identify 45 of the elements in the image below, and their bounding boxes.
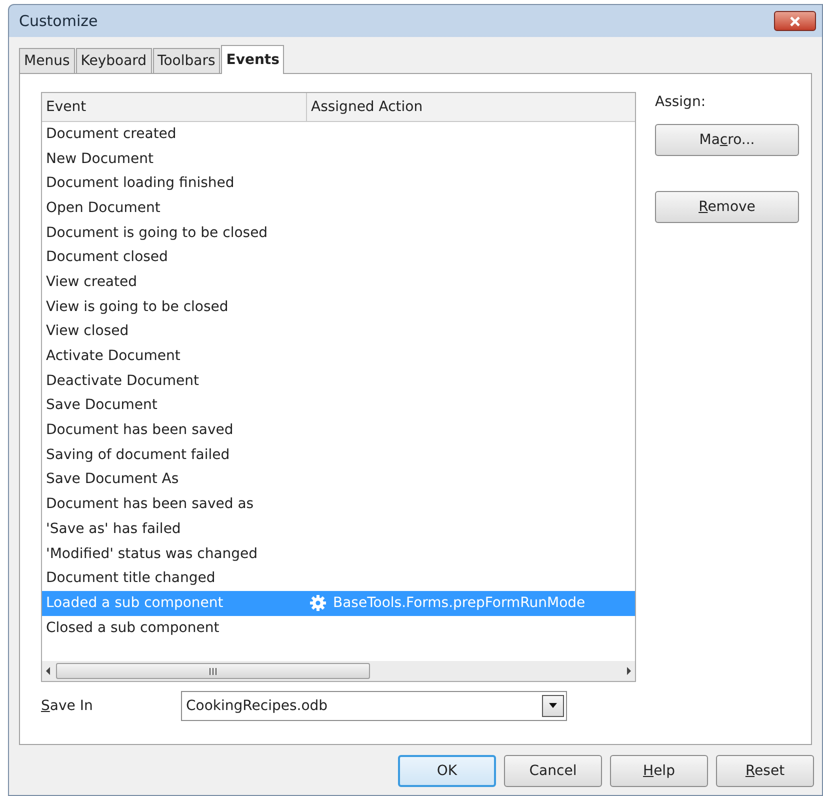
grip-icon [209,668,217,674]
event-row[interactable]: Document has been saved as [42,492,635,517]
event-row[interactable]: Document has been saved [42,418,635,443]
event-row[interactable]: Document title changed [42,566,635,592]
event-row[interactable]: Save Document As [42,468,635,492]
event-row[interactable]: 'Modified' status was changed [42,542,635,566]
save-in-dropdown[interactable]: CookingRecipes.odb [181,691,567,721]
scrollbar-thumb[interactable] [56,663,370,679]
dialog-button[interactable]: Help [610,755,708,787]
event-row[interactable]: Document created [42,122,635,147]
assign-button[interactable]: Macro... [655,124,799,156]
tab[interactable]: Keyboard [76,48,152,73]
dialog-button[interactable]: OK [398,755,496,787]
event-row[interactable]: Open Document [42,196,635,221]
close-icon [789,16,801,26]
tab[interactable]: Events [221,45,284,74]
event-row[interactable]: Document is going to be closed [42,220,635,246]
assign-label: Assign: [655,93,707,112]
scroll-right-icon[interactable] [625,666,633,676]
column-header[interactable]: Event [42,93,307,121]
scroll-left-icon[interactable] [44,666,52,676]
tab[interactable]: Menus [19,48,75,73]
event-row[interactable]: Activate Document [42,344,635,369]
event-row[interactable]: Document closed [42,245,635,270]
event-row[interactable]: View created [42,270,635,295]
window-title: Customize [19,10,98,32]
event-row[interactable]: Document loading finished [42,171,635,196]
assign-button[interactable]: Remove [655,191,799,223]
event-row[interactable]: New Document [42,146,635,172]
close-button[interactable] [774,11,816,31]
column-header[interactable]: Assigned Action [307,93,635,121]
event-row[interactable]: View is going to be closed [42,294,635,320]
event-row[interactable]: View closed [42,320,635,344]
gear-icon [309,594,327,612]
event-row[interactable]: 'Save as' has failed [42,517,635,542]
event-row[interactable]: Deactivate Document [42,368,635,394]
dialog-button[interactable]: Cancel [504,755,602,787]
tab[interactable]: Toolbars [152,48,220,73]
horizontal-scrollbar[interactable] [42,661,635,681]
save-in-label: Save In [41,696,94,716]
dialog-button[interactable]: Reset [716,755,814,787]
save-in-value: CookingRecipes.odb [186,696,328,716]
event-row[interactable]: Save Document [42,394,635,418]
event-row[interactable]: Closed a sub component [42,616,635,640]
event-row[interactable]: Saving of document failed [42,442,635,468]
